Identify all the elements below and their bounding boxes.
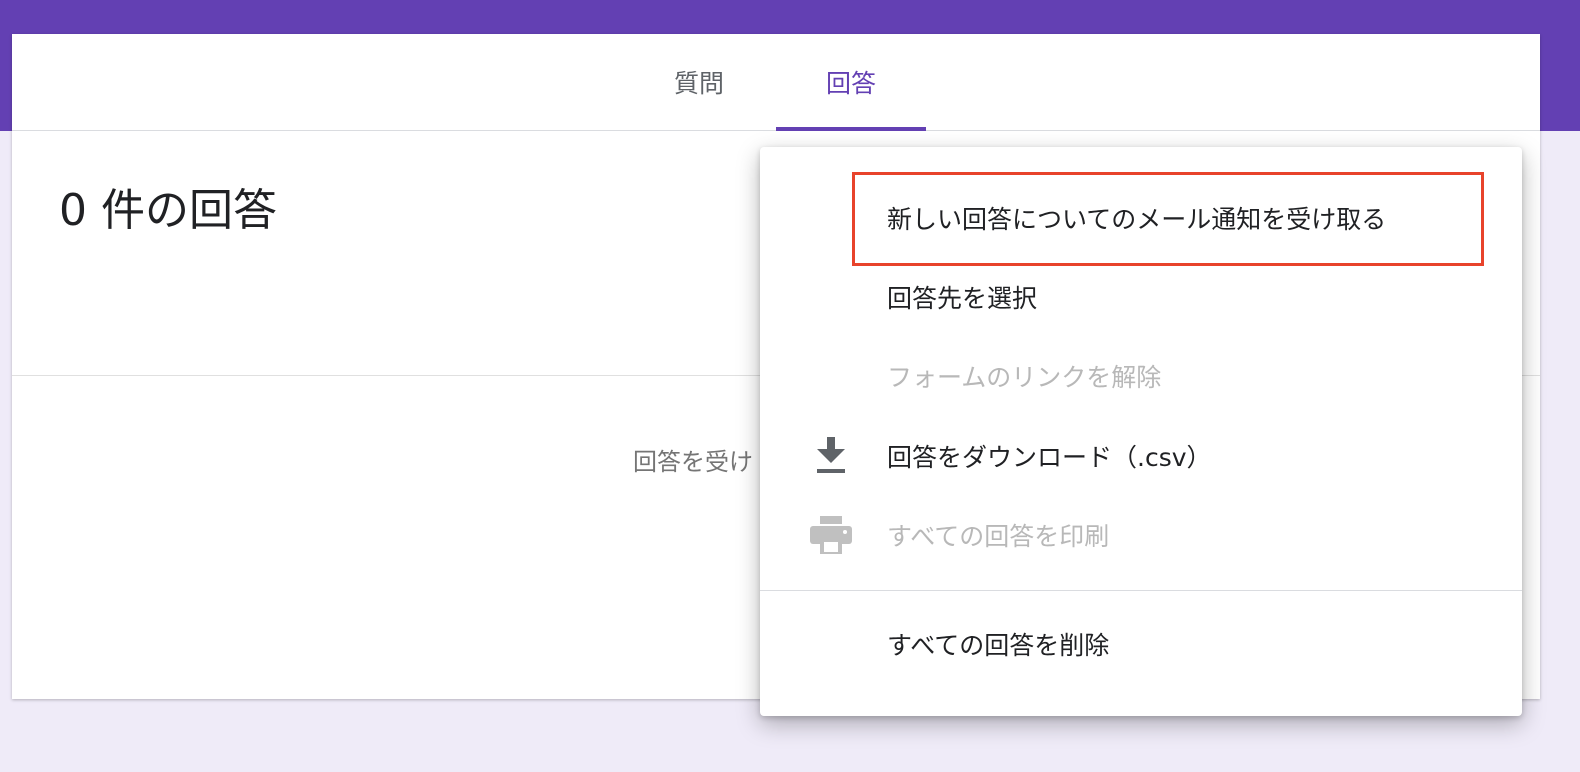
menu-item-download-csv[interactable]: 回答をダウンロード（.csv） (760, 425, 1522, 487)
tab-bar: 質問 回答 (12, 34, 1540, 131)
tab-questions-label: 質問 (673, 69, 724, 98)
menu-item-delete-all[interactable]: すべての回答を削除 (760, 613, 1522, 675)
response-count-title: 0 件の回答 (59, 185, 277, 236)
menu-item-label: 回答先を選択 (887, 284, 1038, 313)
menu-item-label: すべての回答を印刷 (887, 522, 1110, 551)
menu-item-unlink-form[interactable]: フォームのリンクを解除 (760, 345, 1522, 407)
menu-item-label: 回答をダウンロード（.csv） (887, 443, 1212, 472)
response-status-text: 回答を受け (633, 448, 753, 476)
active-tab-indicator (776, 127, 926, 131)
menu-item-label: フォームのリンクを解除 (887, 363, 1162, 392)
menu-item-email-notifications[interactable]: 新しい回答についてのメール通知を受け取る (760, 187, 1522, 249)
menu-item-label: すべての回答を削除 (887, 631, 1110, 660)
tab-questions[interactable]: 質問 (636, 34, 762, 130)
menu-item-print-all[interactable]: すべての回答を印刷 (760, 504, 1522, 566)
tab-responses-label: 回答 (825, 69, 876, 98)
menu-item-select-response-destination[interactable]: 回答先を選択 (760, 266, 1522, 328)
tab-responses[interactable]: 回答 (776, 34, 926, 131)
responses-more-menu: 新しい回答についてのメール通知を受け取る 回答先を選択 フォームのリンクを解除 … (760, 147, 1522, 716)
print-icon (809, 513, 853, 557)
menu-item-label: 新しい回答についてのメール通知を受け取る (887, 205, 1387, 234)
menu-divider (760, 590, 1522, 591)
download-icon (809, 434, 853, 478)
